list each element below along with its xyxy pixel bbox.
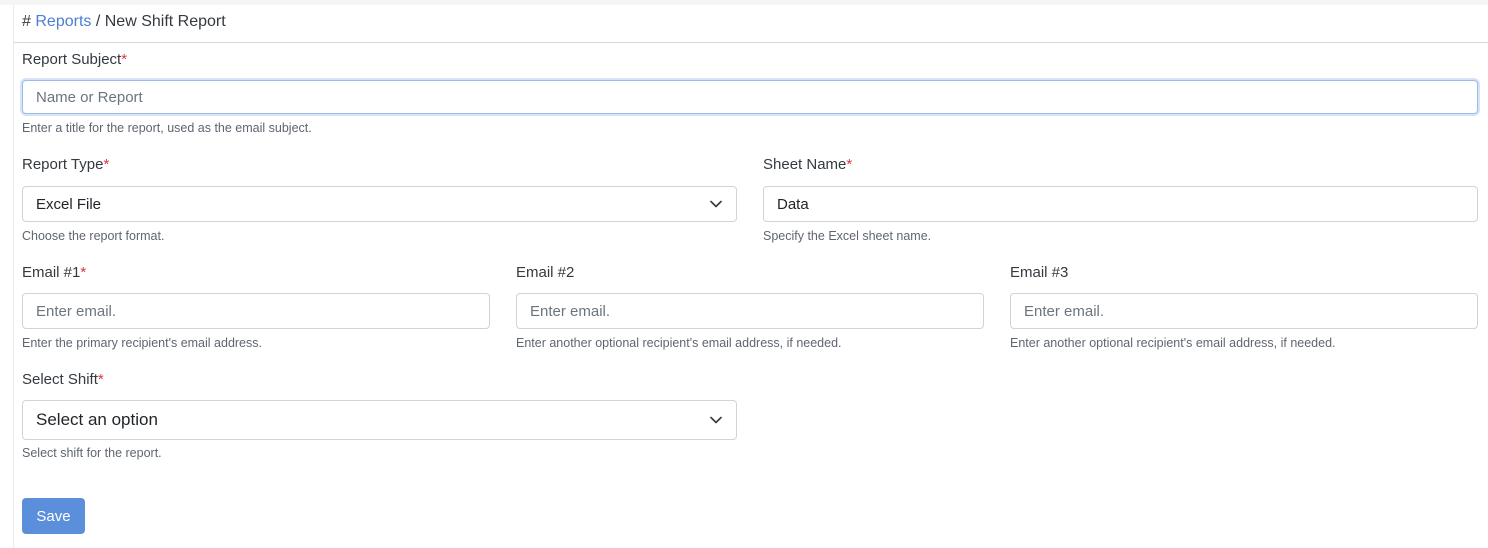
report-subject-label: Report Subject* [22,51,127,68]
select-shift-label-text: Select Shift [22,371,98,388]
shift-selected: Select an option [36,410,158,429]
breadcrumb-link-reports[interactable]: Reports [35,13,91,30]
report-subject-label-text: Report Subject [22,51,122,68]
sheet-name-label: Sheet Name* [763,156,852,173]
sheet-name-input[interactable] [763,186,1478,222]
report-type-selected: Excel File [36,195,102,213]
save-button[interactable]: Save [22,498,85,534]
required-mark: * [121,51,128,68]
report-type-select[interactable]: Excel File [22,186,737,222]
shift-select[interactable]: Select an option [22,400,737,440]
report-form-page: # Reports / New Shift Report Report Subj… [13,5,1488,548]
sheet-name-help: Specify the Excel sheet name. [763,229,932,243]
report-type-label-text: Report Type [22,156,104,173]
email1-help: Enter the primary recipient's email addr… [22,336,262,350]
required-mark: * [97,371,104,388]
breadcrumb-hash: # [22,13,31,30]
report-subject-input[interactable] [22,80,1478,114]
email2-help: Enter another optional recipient's email… [516,336,842,350]
email2-label: Email #2 [516,264,575,281]
chevron-down-icon [709,413,723,427]
required-mark: * [80,264,87,281]
required-mark: * [103,156,110,173]
select-shift-help: Select shift for the report. [22,446,162,460]
select-shift-label: Select Shift* [22,371,104,388]
required-mark: * [846,156,853,173]
header-divider [14,42,1488,43]
sheet-name-label-text: Sheet Name [763,156,847,173]
chevron-down-icon [709,197,723,211]
breadcrumb: # Reports / New Shift Report [22,13,226,31]
email3-input[interactable] [1010,293,1478,329]
email3-help: Enter another optional recipient's email… [1010,336,1336,350]
breadcrumb-current: New Shift Report [104,13,226,30]
report-type-label: Report Type* [22,156,109,173]
report-type-help: Choose the report format. [22,229,165,243]
breadcrumb-separator: / [95,13,101,30]
email2-input[interactable] [516,293,984,329]
report-subject-help: Enter a title for the report, used as th… [22,121,312,135]
email1-input[interactable] [22,293,490,329]
email1-label-text: Email #1 [22,264,81,281]
email1-label: Email #1* [22,264,86,281]
email3-label: Email #3 [1010,264,1069,281]
